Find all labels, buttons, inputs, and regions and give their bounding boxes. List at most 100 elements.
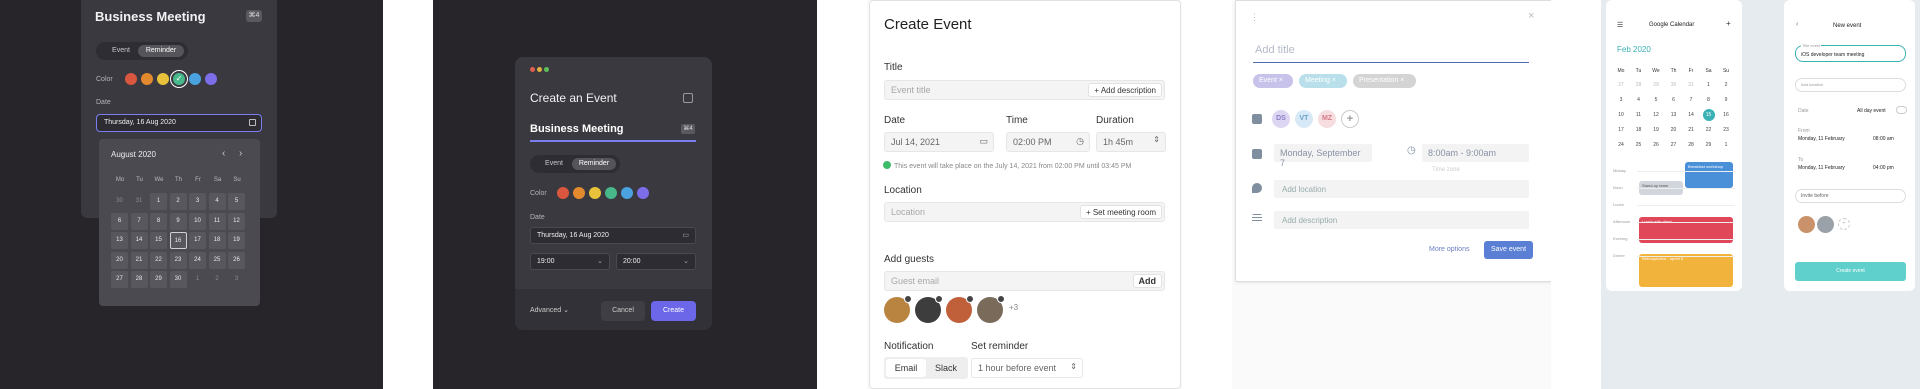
calendar-day[interactable]: 21 xyxy=(130,251,148,269)
calendar-day[interactable]: 12 xyxy=(1650,109,1662,121)
guest-avatar[interactable]: VT xyxy=(1295,110,1313,128)
event-name-input[interactable]: Business Meeting xyxy=(530,123,624,135)
advanced-button[interactable]: Advanced ⌄ xyxy=(530,301,582,321)
calendar-day[interactable]: 3 xyxy=(1615,94,1627,106)
title-input[interactable]: Add title xyxy=(1253,44,1529,63)
calendar-day[interactable]: 15 xyxy=(1702,109,1715,121)
calendar-day[interactable]: 10 xyxy=(189,212,206,230)
to-date[interactable]: Monday, 11 February xyxy=(1798,165,1845,171)
add-guest-icon[interactable]: + xyxy=(1838,218,1850,230)
calendar-day[interactable]: 20 xyxy=(1668,124,1680,136)
back-icon[interactable]: ‹ xyxy=(1796,21,1798,28)
calendar-day[interactable]: 25 xyxy=(208,251,226,269)
tab-event[interactable]: Event xyxy=(536,158,572,170)
chip-meeting[interactable]: Meeting × xyxy=(1299,74,1347,88)
color-swatch[interactable] xyxy=(157,73,169,85)
color-swatch[interactable] xyxy=(637,187,649,199)
date-input[interactable]: Jul 14, 2021 ▭ xyxy=(884,132,994,152)
tab-event[interactable]: Event xyxy=(102,45,140,57)
close-dot-icon[interactable] xyxy=(530,67,535,72)
remove-icon[interactable] xyxy=(904,295,912,303)
calendar-day[interactable]: 5 xyxy=(228,193,245,210)
calendar-day[interactable]: 9 xyxy=(169,212,187,230)
date-input[interactable]: Thursday, 16 Aug 2020 xyxy=(96,114,262,132)
calendar-day[interactable]: 11 xyxy=(208,212,226,230)
calendar-day[interactable]: 3 xyxy=(228,271,245,288)
guest-avatar[interactable]: MZ xyxy=(1318,110,1336,128)
chip-presentation[interactable]: Presentation × xyxy=(1353,74,1416,88)
add-guest-button[interactable]: Add xyxy=(1132,274,1162,288)
calendar-day[interactable]: 22 xyxy=(1703,124,1715,136)
calendar-day[interactable]: 27 xyxy=(111,271,128,288)
color-swatch[interactable] xyxy=(205,73,217,85)
calendar-day[interactable]: 28 xyxy=(1685,139,1697,151)
tab-reminder[interactable]: Reminder xyxy=(572,158,616,170)
calendar-day[interactable]: 23 xyxy=(169,251,187,269)
time-field[interactable]: 8:00am - 9:00am xyxy=(1422,144,1529,162)
option-email[interactable]: Email xyxy=(886,359,926,377)
to-time[interactable]: 04:00 pm xyxy=(1873,165,1894,171)
color-swatch[interactable] xyxy=(605,187,617,199)
color-swatch[interactable] xyxy=(589,187,601,199)
calendar-day[interactable]: 7 xyxy=(1685,94,1697,106)
calendar-day[interactable]: 9 xyxy=(1720,94,1732,106)
calendar-day[interactable]: 19 xyxy=(1650,124,1662,136)
calendar-day[interactable]: 15 xyxy=(150,232,167,249)
all-day-toggle[interactable] xyxy=(1896,106,1907,114)
avatar[interactable] xyxy=(1817,216,1834,233)
calendar-day[interactable]: 13 xyxy=(1668,109,1680,121)
guest-email-input[interactable]: Guest email Add xyxy=(884,271,1165,291)
remove-icon[interactable] xyxy=(935,295,943,303)
calendar-day[interactable]: 28 xyxy=(1633,79,1645,91)
option-slack[interactable]: Slack xyxy=(926,359,966,377)
guest-avatar[interactable] xyxy=(915,295,943,323)
calendar-day[interactable]: 18 xyxy=(1633,124,1645,136)
calendar-day[interactable]: 13 xyxy=(111,232,128,249)
guest-avatar[interactable]: DS xyxy=(1272,110,1290,128)
calendar-day[interactable]: 12 xyxy=(228,212,245,230)
event-title[interactable]: Business Meeting xyxy=(95,9,206,24)
date-field[interactable]: Monday, September 7 xyxy=(1274,144,1372,168)
drag-handle-icon[interactable]: ⋮ xyxy=(1250,12,1259,23)
prev-month-icon[interactable]: ‹ xyxy=(222,148,225,159)
remove-icon[interactable] xyxy=(966,295,974,303)
calendar-day[interactable]: 14 xyxy=(130,232,148,249)
color-swatch[interactable] xyxy=(125,73,137,85)
calendar-day[interactable]: 29 xyxy=(150,271,167,288)
color-swatch[interactable] xyxy=(141,73,153,85)
menu-icon[interactable]: ☰ xyxy=(1617,21,1623,29)
create-button[interactable]: Create xyxy=(651,301,696,321)
location-input[interactable]: Add location xyxy=(1274,180,1529,198)
more-guests-count[interactable]: +3 xyxy=(1009,303,1018,312)
add-guest-icon[interactable]: + xyxy=(1341,110,1359,128)
calendar-day[interactable]: 22 xyxy=(150,251,167,269)
color-swatch[interactable] xyxy=(557,187,569,199)
avatar[interactable] xyxy=(1798,216,1815,233)
description-input[interactable]: Add description xyxy=(1274,211,1529,229)
calendar-day[interactable]: 16 xyxy=(1720,109,1732,121)
calendar-day[interactable]: 24 xyxy=(189,251,206,269)
calendar-day[interactable]: 2 xyxy=(209,271,226,288)
title-input[interactable]: Event title + Add description xyxy=(884,80,1165,100)
chip-event[interactable]: Event × xyxy=(1253,74,1293,88)
calendar-day[interactable]: 2 xyxy=(1720,79,1732,91)
calendar-day[interactable]: 30 xyxy=(111,193,128,210)
calendar-day[interactable]: 10 xyxy=(1615,109,1627,121)
start-time-select[interactable]: 19:00 ⌄ xyxy=(530,253,610,270)
end-time-select[interactable]: 20:00 ⌄ xyxy=(616,253,696,270)
calendar-day[interactable]: 14 xyxy=(1685,109,1697,121)
calendar-day[interactable]: 5 xyxy=(1650,94,1662,106)
calendar-day[interactable]: 7 xyxy=(130,212,148,230)
color-swatch[interactable] xyxy=(621,187,633,199)
calendar-day[interactable]: 30 xyxy=(1668,79,1680,91)
date-input[interactable]: Thursday, 16 Aug 2020 ▭ xyxy=(530,227,696,244)
guest-avatar[interactable] xyxy=(977,295,1005,323)
next-month-icon[interactable]: › xyxy=(239,148,242,159)
calendar-day[interactable]: 6 xyxy=(1668,94,1680,106)
calendar-day[interactable]: 17 xyxy=(189,232,206,249)
cancel-button[interactable]: Cancel xyxy=(601,301,645,321)
calendar-day[interactable]: 21 xyxy=(1685,124,1697,136)
add-description-button[interactable]: + Add description xyxy=(1088,83,1162,97)
calendar-day[interactable]: 24 xyxy=(1615,139,1627,151)
calendar-icon[interactable] xyxy=(683,93,693,103)
